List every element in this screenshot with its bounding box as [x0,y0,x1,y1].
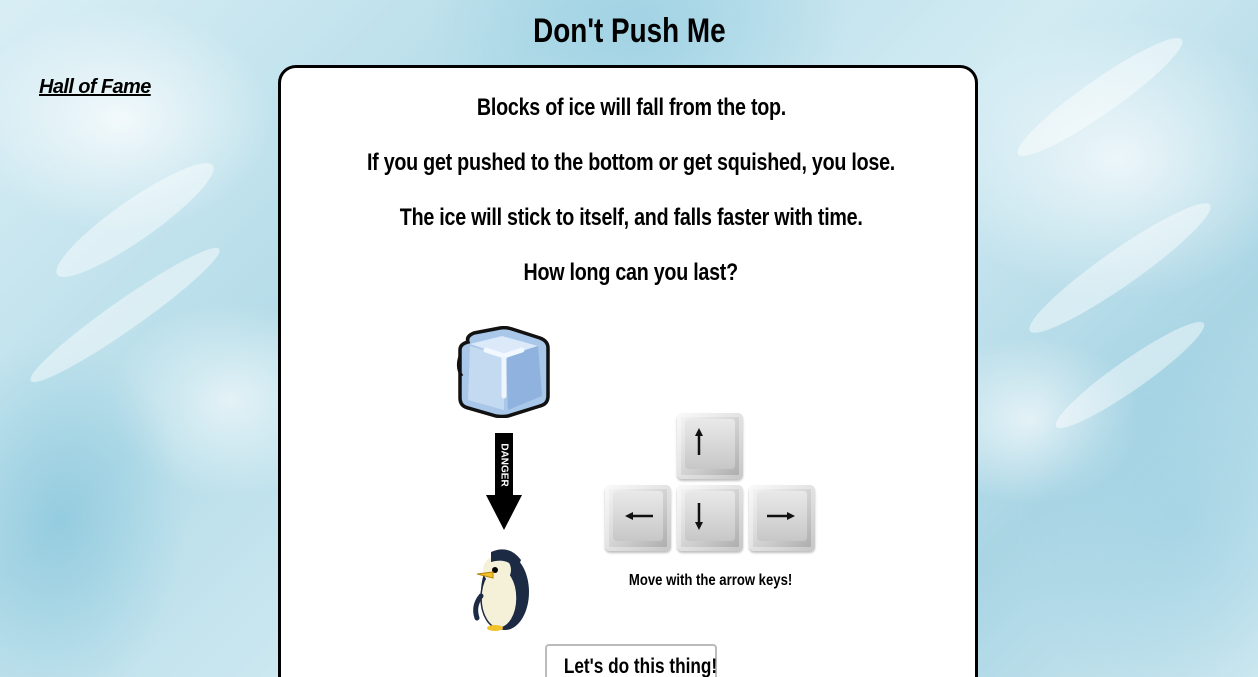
page-title: Don't Push Me [532,12,726,50]
hall-of-fame-link[interactable]: Hall of Fame [39,76,151,99]
left-arrow-icon [625,512,653,520]
up-arrow-icon [695,428,703,455]
penguin-icon [469,546,533,637]
right-arrow-icon [767,512,795,520]
right-arrow-key[interactable] [749,485,815,551]
down-arrow-key[interactable] [677,485,743,551]
danger-label: DANGER [498,443,509,487]
instruction-line: The ice will stick to itself, and falls … [399,204,863,231]
down-arrow-icon: DANGER [484,433,524,536]
frost-streak [1047,311,1213,439]
instructions-panel: Blocks of ice will fall from the top. If… [278,65,978,677]
ice-cube-icon [456,325,552,423]
left-arrow-key[interactable] [605,485,671,551]
instruction-line: If you get pushed to the bottom or get s… [366,149,896,176]
up-arrow-key[interactable] [677,413,743,479]
start-game-button[interactable]: Let's do this thing! [545,644,717,677]
instruction-line: Blocks of ice will fall from the top. [476,94,786,121]
arrow-keys-caption: Move with the arrow keys! [629,572,793,589]
frost-streak [22,236,228,394]
down-arrow-icon [695,503,703,530]
instruction-line: How long can you last? [523,259,739,286]
